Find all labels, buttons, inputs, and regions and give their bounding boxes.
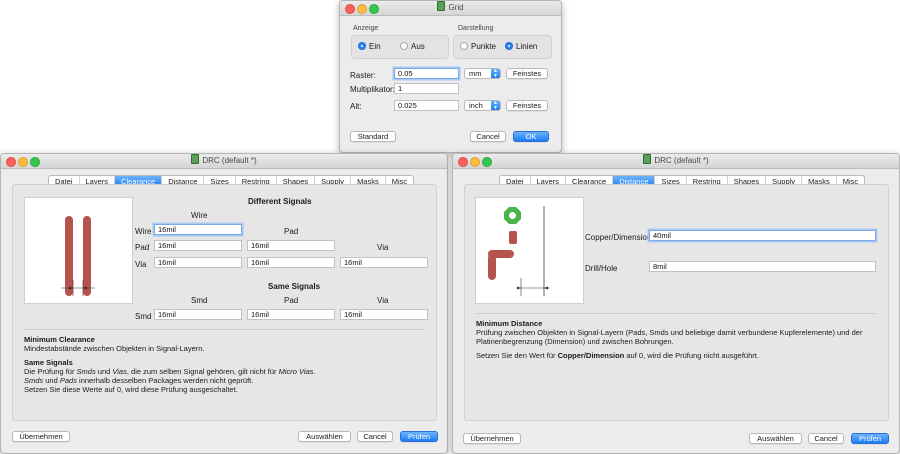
dots-label: Punkte <box>471 42 496 51</box>
col-via-label: Via <box>377 243 389 252</box>
help-line2: Platinenbegrenzung (Dimension) und zwisc… <box>476 337 674 346</box>
pad-pad-input[interactable]: 16mil <box>247 240 335 251</box>
distance-illustration <box>488 206 550 296</box>
grid-dialog: Grid Anzeige Ein Aus Darstellung Punkte … <box>339 0 562 153</box>
raster-label: Raster: <box>350 71 376 80</box>
same-signals-heading: Same Signals <box>268 282 321 291</box>
anzeige-on-radio[interactable] <box>358 42 366 50</box>
cancel-button[interactable]: Cancel <box>808 433 844 444</box>
raster-unit-value: mm <box>469 69 482 78</box>
help-line3-start: Setzen Sie den Wert für <box>476 351 558 360</box>
check-button[interactable]: Prüfen <box>400 431 438 442</box>
trace-left <box>65 216 73 296</box>
title-text: DRC (default *) <box>654 156 709 165</box>
help-line3-emph: Copper/Dimension <box>557 351 625 360</box>
select-button[interactable]: Auswählen <box>298 431 351 442</box>
ok-button[interactable]: OK <box>513 131 549 142</box>
title-text: DRC (default *) <box>202 156 257 165</box>
smd-smd-input[interactable]: 16mil <box>154 309 242 320</box>
help-line1: Mindestabstände zwischen Objekten in Sig… <box>24 344 205 353</box>
row-via-label: Via <box>135 260 147 269</box>
different-signals-heading: Different Signals <box>248 197 312 206</box>
lines-label: Linien <box>516 42 538 51</box>
smd-via-input[interactable]: 16mil <box>340 309 428 320</box>
via-via-input[interactable]: 16mil <box>340 257 428 268</box>
trace-vertical <box>488 254 496 280</box>
select-button[interactable]: Auswählen <box>749 433 802 444</box>
same-col-pad-label: Pad <box>284 296 299 305</box>
row-pad-label: Pad <box>135 243 150 252</box>
same-col-via-label: Via <box>377 296 389 305</box>
anzeige-off-label: Aus <box>411 42 425 51</box>
clearance-preview <box>24 197 133 304</box>
dots-radio[interactable] <box>460 42 468 50</box>
raster-input[interactable]: 0.05 <box>394 68 459 79</box>
via-wire-input[interactable]: 16mil <box>154 257 242 268</box>
chevron-updown-icon: ▲ ▼ <box>491 69 500 78</box>
same-col-smd-label: Smd <box>191 296 208 305</box>
drill-hole <box>509 212 516 219</box>
arrow-icon <box>517 286 521 290</box>
anzeige-label: Anzeige <box>353 25 379 32</box>
raster-unit-select[interactable]: mm ▲ ▼ <box>464 68 501 79</box>
clearance-illustration <box>61 216 95 296</box>
drc-right-titlebar: DRC (default *) <box>453 154 899 169</box>
alt-input[interactable]: 0.025 <box>394 100 459 111</box>
alt-unit-value: inch <box>469 101 483 110</box>
standard-button[interactable]: Standard <box>350 131 396 142</box>
grid-titlebar: Grid <box>340 1 561 16</box>
drc-clearance-dialog: DRC (default *) Datei Layers Clearance D… <box>0 153 448 454</box>
col-wire-label: Wire <box>191 211 208 220</box>
check-button[interactable]: Prüfen <box>851 433 889 444</box>
divider <box>23 329 425 330</box>
arrow-icon <box>544 286 548 290</box>
alt-finest-button[interactable]: Feinstes <box>506 100 548 111</box>
window-title: DRC (default *) <box>1 154 447 168</box>
document-icon <box>437 1 446 11</box>
copper-dimension-input[interactable]: 40mil <box>649 230 876 241</box>
anzeige-off-radio[interactable] <box>400 42 408 50</box>
help-line3-end: auf 0, wird die Prüfung nicht ausgeführt… <box>624 351 759 360</box>
divider <box>475 313 877 314</box>
distance-preview <box>475 197 584 304</box>
trace-right <box>83 216 91 296</box>
drc-distance-dialog: DRC (default *) Datei Layers Clearance D… <box>452 153 900 454</box>
col-pad-label: Pad <box>284 227 299 236</box>
import-button[interactable]: Übernehmen <box>12 431 70 442</box>
alt-label: Alt: <box>350 102 362 111</box>
row-wire-label: Wire <box>135 227 152 236</box>
drill-hole-label: Drill/Hole <box>585 264 618 273</box>
same-row-smd-label: Smd <box>135 312 152 321</box>
help-line3: Setzen Sie den Wert für Copper/Dimension… <box>476 351 759 361</box>
cancel-button[interactable]: Cancel <box>470 131 506 142</box>
multiplier-label: Multiplikator: <box>350 85 395 94</box>
help-p3: Setzen Sie diese Werte auf 0, wird diese… <box>24 385 238 394</box>
raster-finest-button[interactable]: Feinstes <box>506 68 548 79</box>
title-text: Grid <box>448 3 464 12</box>
lines-radio[interactable] <box>505 42 513 50</box>
window-title: Grid <box>340 1 561 15</box>
drill-hole-input[interactable]: 8mil <box>649 261 876 272</box>
window-title: DRC (default *) <box>453 154 899 168</box>
wire-wire-input[interactable]: 16mil <box>154 224 242 235</box>
chevron-updown-icon: ▲ ▼ <box>491 101 500 110</box>
darstellung-label: Darstellung <box>458 25 494 32</box>
anzeige-on-label: Ein <box>369 42 381 51</box>
document-icon <box>643 154 652 164</box>
document-icon <box>191 154 200 164</box>
cancel-button[interactable]: Cancel <box>357 431 393 442</box>
copper-dimension-label: Copper/Dimension <box>585 233 652 242</box>
import-button[interactable]: Übernehmen <box>463 433 521 444</box>
multiplier-input[interactable]: 1 <box>394 83 459 94</box>
drc-left-titlebar: DRC (default *) <box>1 154 447 169</box>
pad-wire-input[interactable]: 16mil <box>154 240 242 251</box>
alt-unit-select[interactable]: inch ▲ ▼ <box>464 100 501 111</box>
smd-pad-input[interactable]: 16mil <box>247 309 335 320</box>
smd-pad <box>509 231 517 244</box>
via-pad-input[interactable]: 16mil <box>247 257 335 268</box>
